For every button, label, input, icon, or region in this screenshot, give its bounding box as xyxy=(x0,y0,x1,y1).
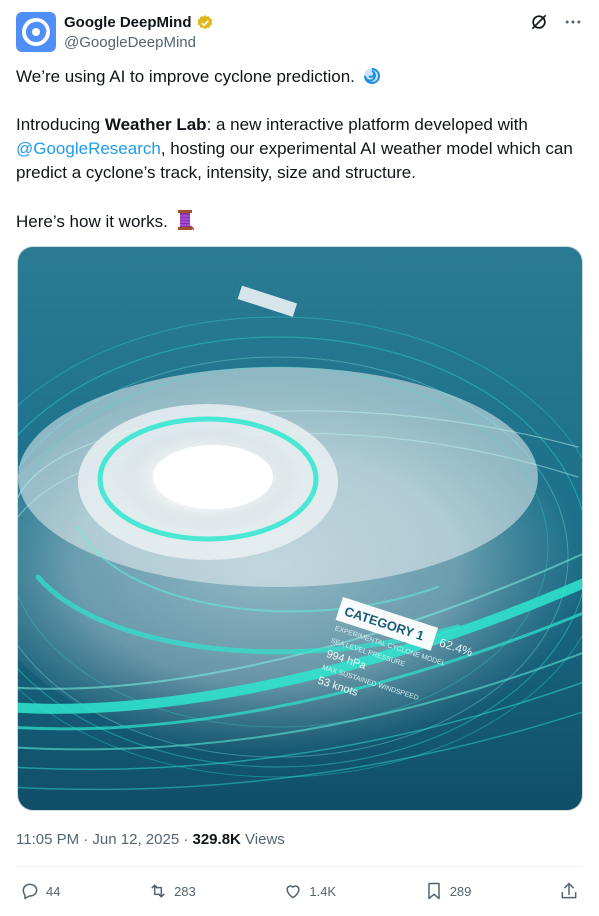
tweet-paragraph-2: Introducing Weather Lab: a new interacti… xyxy=(16,115,573,182)
cyclone-visualization: CATEGORY 1 62.4% EXPERIMENTAL CYCLONE MO… xyxy=(18,247,582,810)
repost-button[interactable]: 283 xyxy=(148,881,196,901)
more-options-icon[interactable] xyxy=(563,12,583,32)
author-name[interactable]: Google DeepMind xyxy=(64,13,192,33)
tweet-paragraph-3: Here’s how it works. xyxy=(16,209,576,234)
tweet-actions: 44 283 1.4K 289 xyxy=(20,876,579,906)
author-handle[interactable]: @GoogleDeepMind xyxy=(64,33,214,53)
deepmind-logo-icon xyxy=(22,18,50,46)
share-button[interactable] xyxy=(559,881,579,901)
repost-icon xyxy=(151,884,165,898)
share-icon xyxy=(561,882,577,899)
heart-icon xyxy=(286,885,300,899)
thread-spool-emoji-icon xyxy=(177,210,194,231)
tweet-text: We’re using AI to improve cyclone predic… xyxy=(16,65,576,258)
verified-badge-icon[interactable] xyxy=(196,14,214,32)
tweet-timestamp[interactable]: 11:05 PM · Jun 12, 2025 · xyxy=(16,831,193,848)
divider xyxy=(16,866,583,867)
tweet-header: Google DeepMind @GoogleDeepMind xyxy=(16,10,583,54)
weather-lab-bold: Weather Lab xyxy=(104,115,207,134)
tweet-media-image[interactable]: CATEGORY 1 62.4% EXPERIMENTAL CYCLONE MO… xyxy=(17,246,583,811)
reply-button[interactable]: 44 xyxy=(20,881,60,901)
reply-icon xyxy=(22,883,38,900)
avatar[interactable] xyxy=(16,12,56,52)
bookmark-button[interactable]: 289 xyxy=(424,881,472,901)
bookmark-icon xyxy=(427,882,440,900)
views-count: 329.8K xyxy=(192,831,241,848)
like-button[interactable]: 1.4K xyxy=(283,881,336,901)
reply-count: 44 xyxy=(46,883,61,899)
bookmark-count: 289 xyxy=(449,883,472,899)
repost-count: 283 xyxy=(174,883,196,899)
cyclone-emoji-icon xyxy=(363,68,380,84)
like-count: 1.4K xyxy=(309,883,337,899)
tweet-meta: 11:05 PM · Jun 12, 2025 · 329.8K Views xyxy=(16,830,285,850)
mention-google-research[interactable]: @GoogleResearch xyxy=(16,139,161,158)
grok-icon[interactable] xyxy=(529,12,549,32)
views-label: Views xyxy=(240,831,285,848)
tweet-line-1: We’re using AI to improve cyclone predic… xyxy=(16,65,576,89)
